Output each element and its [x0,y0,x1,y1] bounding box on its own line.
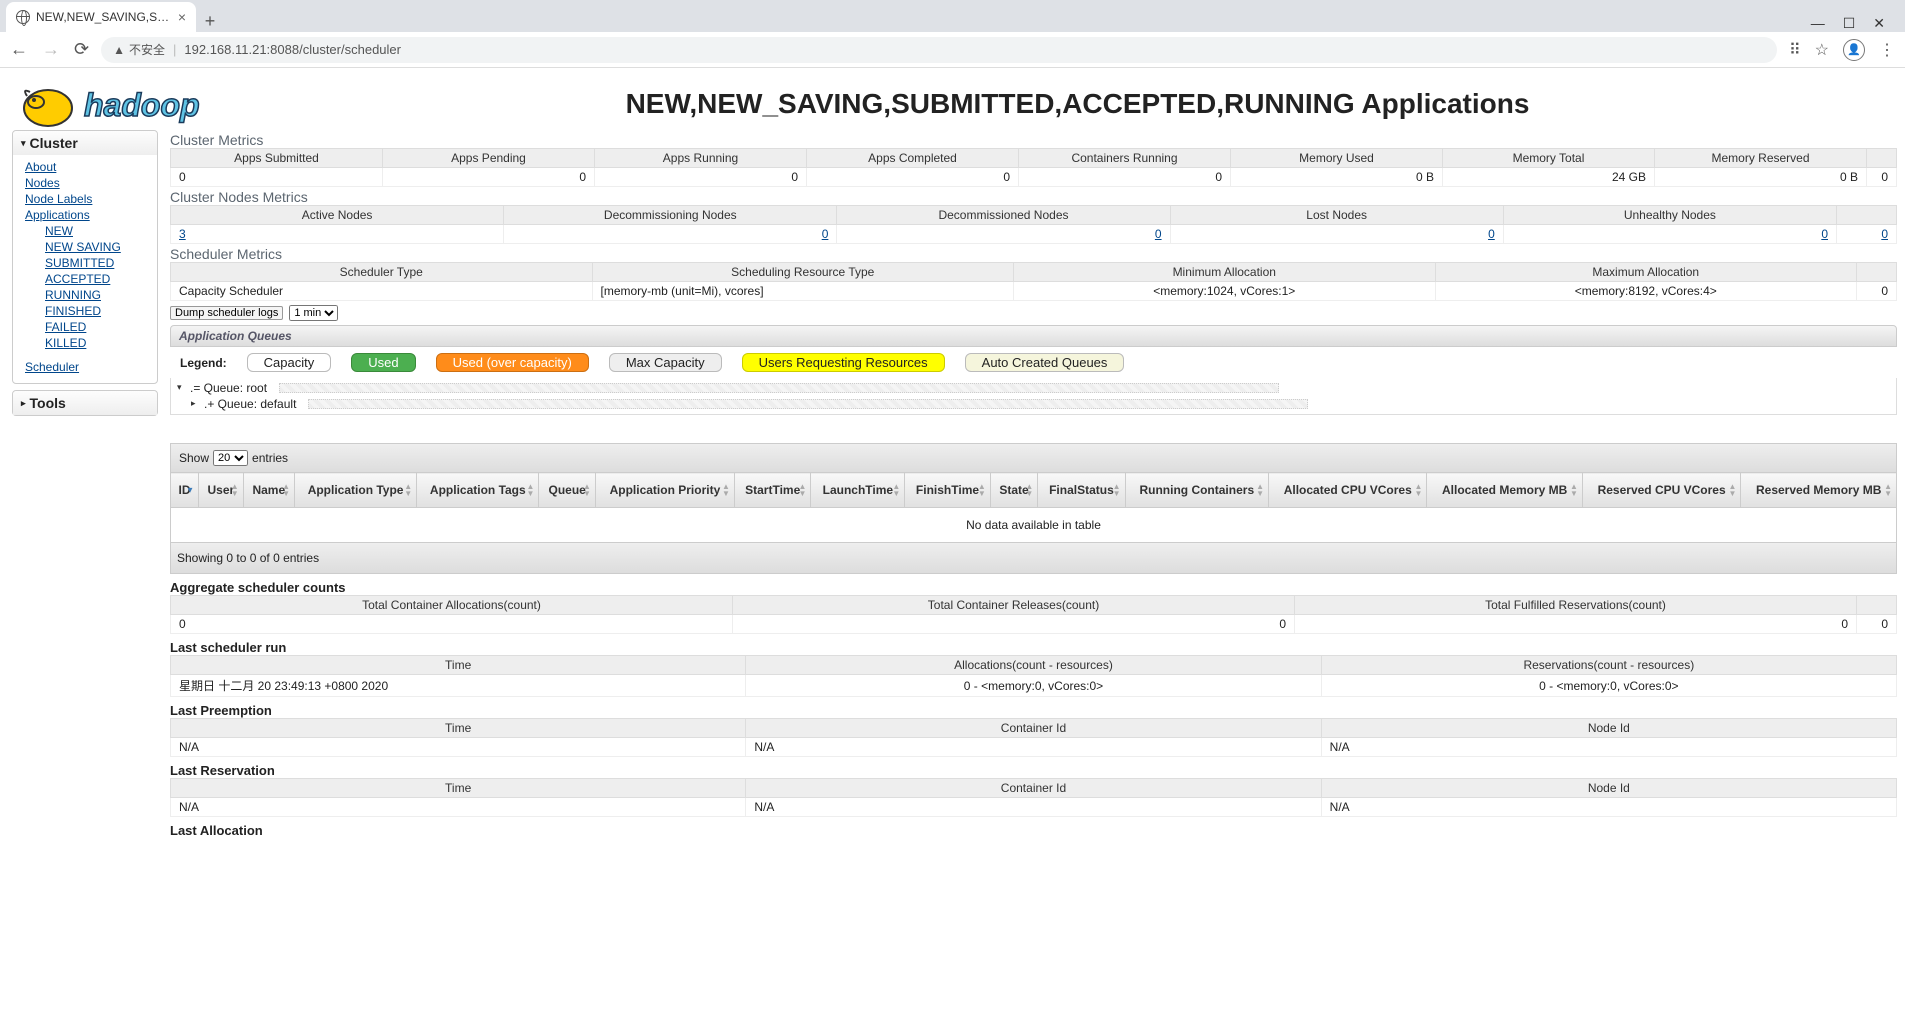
page-size-select[interactable]: 20 [213,450,248,466]
browser-tab[interactable]: NEW,NEW_SAVING,SUBMITTE × [6,2,196,32]
translate-icon[interactable]: ⠿ [1789,40,1801,60]
section-nodes-metrics: Cluster Nodes Metrics [170,189,1897,205]
col-finishtime[interactable]: FinishTime▲▼ [905,473,991,508]
col-resvcpu[interactable]: Reserved CPU VCores▲▼ [1582,473,1740,508]
col-apptype[interactable]: Application Type▲▼ [294,473,416,508]
bookmark-icon[interactable]: ☆ [1815,40,1829,60]
hadoop-logo: hadoop [12,78,256,130]
applications-table: ID▼ User▲▼ Name▲▼ Application Type▲▼ App… [170,472,1897,543]
sidebar-link-submitted[interactable]: SUBMITTED [45,255,149,271]
col-runcont[interactable]: Running Containers▲▼ [1125,473,1268,508]
sidebar-link-applications[interactable]: Applications [25,207,149,223]
queue-legend: Legend: Capacity Used Used (over capacit… [170,347,1897,378]
decomm-nodes-link[interactable]: 0 [822,227,829,241]
col-queue[interactable]: Queue▲▼ [539,473,596,508]
close-tab-icon[interactable]: × [178,9,186,25]
sidebar-link-nodelabels[interactable]: Node Labels [25,191,149,207]
minimize-icon[interactable]: — [1811,15,1825,32]
tree-item-default[interactable]: .+ Queue: default [171,396,1896,412]
legend-max: Max Capacity [609,353,722,372]
section-cluster-metrics: Cluster Metrics [170,132,1897,148]
section-last-reservation: Last Reservation [170,763,1897,778]
queue-tree: .= Queue: root .+ Queue: default [170,378,1897,415]
tree-toggle-icon[interactable] [177,384,186,393]
queues-header: Application Queues [170,325,1897,347]
empty-row: No data available in table [171,508,1897,543]
section-last-preemption: Last Preemption [170,703,1897,718]
col-name[interactable]: Name▲▼ [243,473,294,508]
tree-toggle-icon[interactable] [191,400,200,409]
forward-icon[interactable]: → [42,39,60,60]
section-last-allocation: Last Allocation [170,823,1897,838]
sidebar-link-new[interactable]: NEW [45,223,149,239]
sidebar-link-failed[interactable]: FAILED [45,319,149,335]
browser-chrome: NEW,NEW_SAVING,SUBMITTE × + — ☐ ✕ ← → ⟳ … [0,0,1905,68]
col-launchtime[interactable]: LaunchTime▲▼ [811,473,905,508]
sidebar-link-nodes[interactable]: Nodes [25,175,149,191]
legend-auto: Auto Created Queues [965,353,1125,372]
tree-item-root[interactable]: .= Queue: root [171,380,1896,396]
sidebar-link-about[interactable]: About [25,159,149,175]
section-agg-counts: Aggregate scheduler counts [170,580,1897,595]
agg-counts-table: Total Container Allocations(count)Total … [170,595,1897,634]
cluster-metrics-table: Apps SubmittedApps PendingApps RunningAp… [170,148,1897,187]
last-reservation-table: TimeContainer IdNode Id N/AN/AN/A [170,778,1897,817]
menu-icon[interactable]: ⋮ [1879,40,1895,60]
unhealthy-nodes-link[interactable]: 0 [1821,227,1828,241]
active-nodes-link[interactable]: 3 [179,227,186,241]
page-title: NEW,NEW_SAVING,SUBMITTED,ACCEPTED,RUNNIN… [266,88,1889,120]
legend-used: Used [351,353,415,372]
sidebar-link-killed[interactable]: KILLED [45,335,149,351]
datatable-info: Showing 0 to 0 of 0 entries [170,543,1897,574]
back-icon[interactable]: ← [10,39,28,60]
new-tab-button[interactable]: + [196,11,224,32]
col-alloccpu[interactable]: Allocated CPU VCores▲▼ [1269,473,1427,508]
last-run-table: TimeAllocations(count - resources)Reserv… [170,655,1897,697]
dump-logs-button[interactable]: Dump scheduler logs [170,306,283,320]
sidebar-link-scheduler[interactable]: Scheduler [25,359,149,375]
nodes-metrics-table: Active NodesDecommissioning NodesDecommi… [170,205,1897,244]
address-bar[interactable]: ▲ 不安全 | 192.168.11.21:8088/cluster/sched… [101,37,1777,63]
decommed-nodes-link[interactable]: 0 [1155,227,1162,241]
col-state[interactable]: State▲▼ [990,473,1038,508]
section-last-run: Last scheduler run [170,640,1897,655]
maximize-icon[interactable]: ☐ [1843,15,1856,32]
col-user[interactable]: User▲▼ [199,473,244,508]
sidebar-header-tools[interactable]: ▸Tools [13,391,157,415]
legend-over: Used (over capacity) [436,353,589,372]
sidebar-link-newsaving[interactable]: NEW SAVING [45,239,149,255]
col-id[interactable]: ID▼ [171,473,199,508]
url-text: 192.168.11.21:8088/cluster/scheduler [184,42,401,57]
globe-icon [16,10,30,24]
not-secure-icon: ▲ 不安全 [113,41,165,58]
datatable-length: Show 20 entries [170,443,1897,472]
close-window-icon[interactable]: ✕ [1873,15,1885,32]
legend-capacity: Capacity [247,353,332,372]
sidebar-link-accepted[interactable]: ACCEPTED [45,271,149,287]
sched-metrics-table: Scheduler TypeScheduling Resource TypeMi… [170,262,1897,301]
sidebar-header-cluster[interactable]: ▾Cluster [13,131,157,155]
col-finalstatus[interactable]: FinalStatus▲▼ [1038,473,1125,508]
dump-period-select[interactable]: 1 min [289,305,338,321]
svg-text:hadoop: hadoop [84,87,200,123]
lost-nodes-link[interactable]: 0 [1488,227,1495,241]
legend-users: Users Requesting Resources [742,353,945,372]
last-preemption-table: TimeContainer IdNode Id N/AN/AN/A [170,718,1897,757]
tab-title: NEW,NEW_SAVING,SUBMITTE [36,10,172,24]
section-sched-metrics: Scheduler Metrics [170,246,1897,262]
reload-icon[interactable]: ⟳ [74,39,89,60]
col-allocmem[interactable]: Allocated Memory MB▲▼ [1427,473,1582,508]
col-resvmem[interactable]: Reserved Memory MB▲▼ [1741,473,1897,508]
profile-icon[interactable] [1843,39,1865,61]
sidebar-link-running[interactable]: RUNNING [45,287,149,303]
main-content: Cluster Metrics Apps SubmittedApps Pendi… [170,130,1905,838]
sidebar-link-finished[interactable]: FINISHED [45,303,149,319]
col-priority[interactable]: Application Priority▲▼ [595,473,734,508]
sidebar: ▾Cluster About Nodes Node Labels Applica… [12,130,158,422]
col-starttime[interactable]: StartTime▲▼ [734,473,811,508]
col-apptags[interactable]: Application Tags▲▼ [417,473,539,508]
